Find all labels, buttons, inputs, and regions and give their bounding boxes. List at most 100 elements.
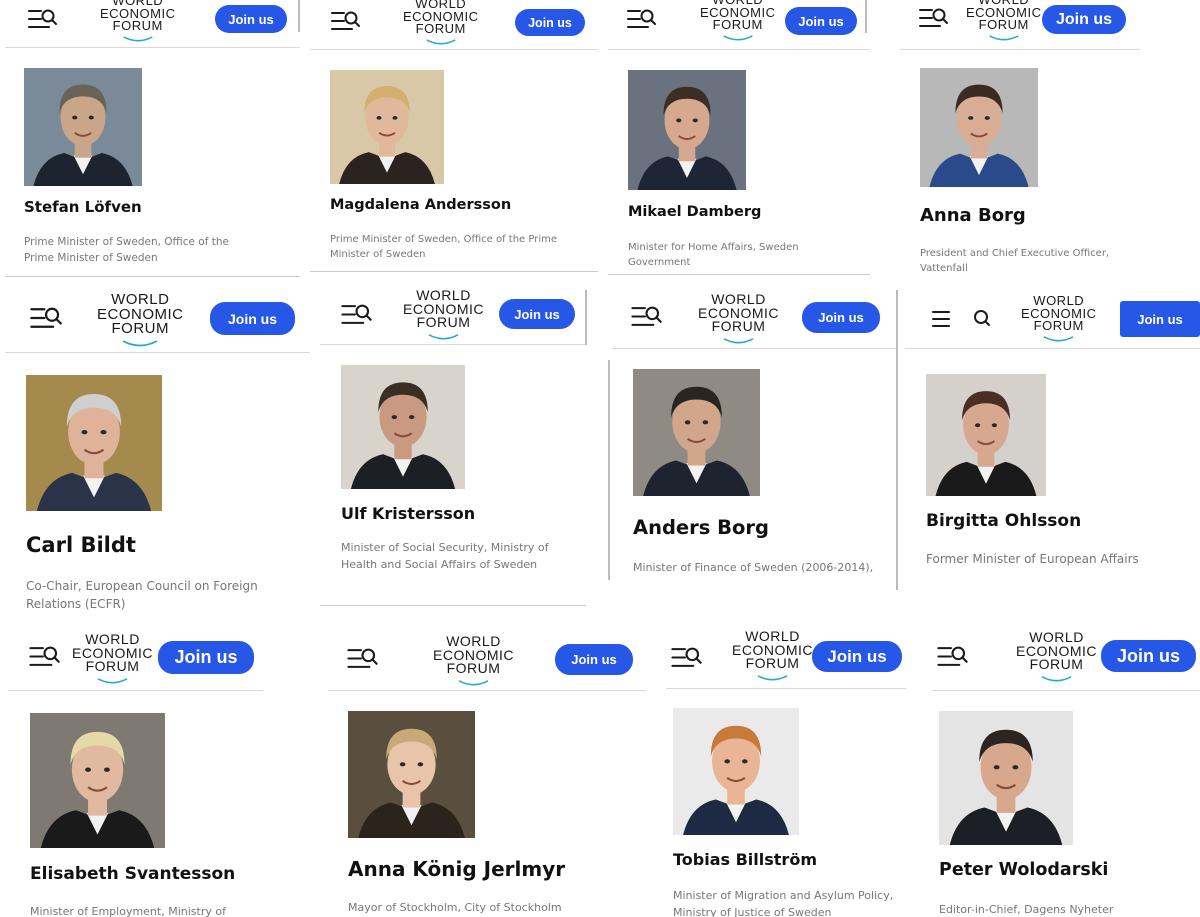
wef-logo[interactable]: WORLDECONOMICFORUM (698, 292, 779, 347)
profile-card: WORLD ECONOMIC FORUM Join us Ulf Kristersso… (320, 283, 586, 606)
search-icon[interactable] (974, 310, 990, 326)
menu-search-icons[interactable] (670, 646, 702, 669)
join-us-button[interactable]: Join us (158, 641, 254, 674)
profile-name[interactable]: Stefan Löfven (24, 198, 142, 216)
menu-search-icons[interactable] (626, 8, 656, 30)
wef-logo[interactable]: WORLDECONOMICFORUM (732, 629, 813, 684)
menu-icon[interactable] (937, 647, 961, 666)
profile-name[interactable]: Mikael Damberg (628, 204, 761, 220)
profile-photo[interactable] (24, 68, 142, 186)
menu-icon[interactable] (29, 647, 53, 666)
menu-icon[interactable] (631, 307, 655, 326)
join-us-button[interactable]: Join us (1120, 301, 1200, 337)
seam-line (585, 290, 587, 345)
wef-logo[interactable]: WORLDECONOMICFORUM (1016, 630, 1097, 685)
profile-name[interactable]: Tobias Billström (673, 850, 817, 869)
menu-icon[interactable] (932, 311, 950, 327)
logo-arc-icon (97, 336, 184, 351)
wef-logo[interactable]: WORLDECONOMICFORUM (1021, 294, 1097, 345)
join-us-button[interactable]: Join us (785, 7, 857, 35)
menu-icon[interactable] (627, 10, 649, 28)
profile-card: WORLD ECONOMIC FORUM Join us Peter Wolodars… (932, 625, 1200, 917)
seam-line (320, 605, 586, 606)
join-us-button[interactable]: Join us (215, 5, 287, 33)
menu-search-icons[interactable] (330, 10, 360, 32)
menu-icon[interactable] (30, 308, 55, 328)
search-icon[interactable] (344, 11, 360, 27)
menu-search-icons[interactable] (630, 305, 662, 328)
search-icon[interactable] (43, 646, 60, 663)
join-us-button[interactable]: Join us (1101, 640, 1196, 672)
join-us-button[interactable]: Join us (802, 302, 880, 333)
profile-name[interactable]: Birgitta Ohlsson (926, 511, 1081, 531)
seam-line (865, 0, 867, 33)
wef-logo[interactable]: WORLDECONOMICFORUM (700, 0, 776, 44)
wef-logo[interactable]: WORLDECONOMICFORUM (403, 288, 484, 343)
join-us-button[interactable]: Join us (210, 302, 295, 335)
profile-role: Co-Chair, European Council on Foreign Re… (26, 579, 258, 611)
profile-name[interactable]: Anna Borg (920, 205, 1026, 226)
profile-photo[interactable] (26, 375, 162, 511)
profile-name[interactable]: Ulf Kristersson (341, 504, 475, 523)
profile-name[interactable]: Magdalena Andersson (330, 197, 511, 213)
profile-photo[interactable] (341, 365, 465, 489)
profile-photo[interactable] (673, 708, 799, 835)
search-icon[interactable] (951, 646, 968, 663)
profile-name[interactable]: Anders Borg (633, 516, 769, 539)
menu-search-icons[interactable] (340, 303, 372, 326)
menu-search-icons[interactable] (27, 8, 57, 30)
search-icon[interactable] (41, 9, 57, 25)
profile-photo[interactable] (633, 369, 760, 496)
menu-search-icons[interactable] (936, 645, 968, 668)
logo-arc-icon (403, 35, 479, 48)
menu-search-icons[interactable] (346, 647, 378, 670)
profile-role: Minister of Migration and Asylum Policy,… (673, 889, 894, 917)
search-icon[interactable] (932, 8, 948, 24)
search-icon[interactable] (645, 306, 662, 323)
join-us-button[interactable]: Join us (812, 641, 902, 672)
wef-logo[interactable]: WORLDECONOMICFORUM (100, 0, 176, 45)
profile-name[interactable]: Carl Bildt (26, 533, 136, 557)
wef-logo[interactable]: WORLDECONOMICFORUM (966, 0, 1042, 44)
logo-arc-icon (403, 329, 484, 343)
search-icon[interactable] (640, 9, 656, 25)
join-us-button[interactable]: Join us (1042, 5, 1126, 34)
profile-photo[interactable] (30, 713, 165, 848)
join-us-button[interactable]: Join us (555, 644, 633, 675)
menu-icon[interactable] (347, 649, 371, 668)
profile-name[interactable]: Anna König Jerlmyr (348, 857, 565, 881)
join-us-button[interactable]: Join us (515, 9, 585, 36)
menu-icon[interactable] (331, 12, 353, 30)
menu-icon[interactable] (341, 305, 365, 324)
profile-name[interactable]: Elisabeth Svantesson (30, 864, 235, 884)
wef-logo[interactable]: WORLDECONOMICFORUM (433, 634, 514, 689)
seam-line (608, 274, 870, 275)
seam-line (896, 290, 898, 590)
join-us-button[interactable]: Join us (499, 299, 575, 329)
profile-photo[interactable] (628, 70, 746, 190)
search-icon[interactable] (361, 648, 378, 665)
logo-line: FORUM (416, 314, 471, 331)
profile-photo[interactable] (920, 68, 1038, 187)
menu-icon[interactable] (919, 9, 941, 27)
profile-photo[interactable] (330, 70, 444, 184)
profile-role: Editor-in-Chief, Dagens Nyheter (939, 903, 1114, 916)
wef-logo[interactable]: WORLDECONOMICFORUM (97, 292, 184, 351)
logo-line: FORUM (745, 655, 800, 672)
menu-search-icons[interactable] (931, 308, 991, 330)
wef-logo[interactable]: WORLDECONOMICFORUM (72, 632, 153, 687)
menu-search-icons[interactable] (28, 645, 60, 668)
wef-logo[interactable]: WORLDECONOMICFORUM (403, 0, 479, 48)
menu-search-icons[interactable] (918, 7, 948, 29)
profile-photo[interactable] (926, 374, 1046, 496)
logo-arc-icon (433, 675, 514, 689)
profile-photo[interactable] (348, 711, 475, 838)
search-icon[interactable] (685, 647, 702, 664)
menu-search-icons[interactable] (29, 306, 62, 330)
search-icon[interactable] (355, 304, 372, 321)
profile-name[interactable]: Peter Wolodarski (939, 860, 1108, 880)
profile-photo[interactable] (939, 711, 1073, 845)
search-icon[interactable] (44, 307, 62, 325)
menu-icon[interactable] (671, 648, 695, 667)
menu-icon[interactable] (28, 10, 50, 28)
